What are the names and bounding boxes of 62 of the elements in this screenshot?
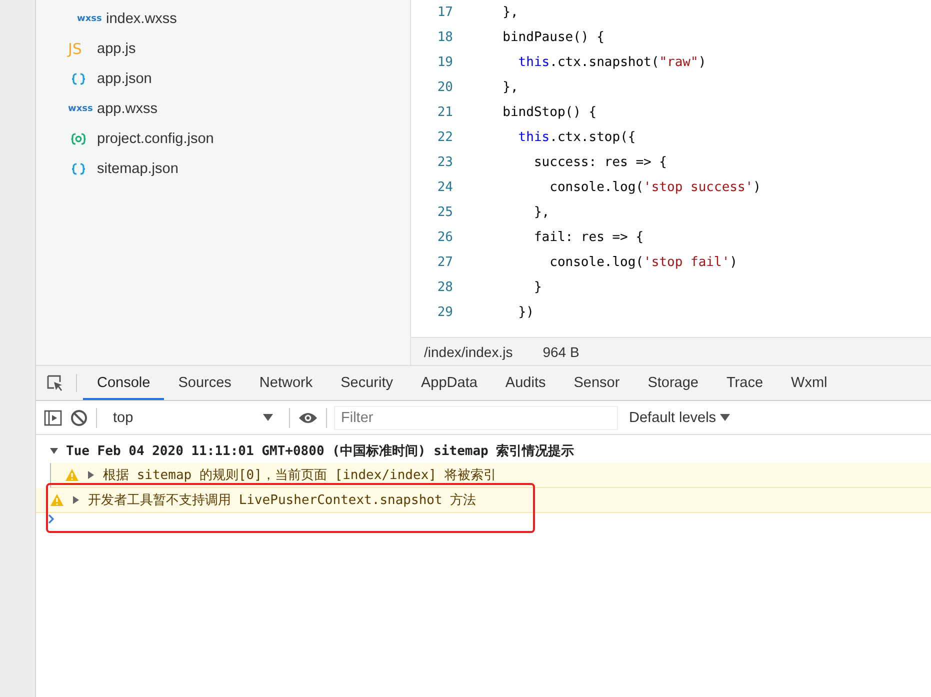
code-line: console.log('stop success') (548, 180, 761, 195)
devtools-tab[interactable]: Sensor (560, 368, 634, 400)
file-item[interactable]: app.json (36, 64, 410, 94)
devtools-tab[interactable]: Security (326, 368, 407, 400)
code-line: }, (502, 80, 518, 95)
expand-arrow-icon[interactable] (87, 471, 95, 479)
expand-arrow-icon[interactable] (72, 496, 80, 504)
line-number: 18 (436, 30, 454, 45)
code-line: this.ctx.snapshot("raw") (517, 55, 706, 70)
code-line: bindPause() { (502, 30, 604, 45)
file-item[interactable]: wxss index.wxss (36, 4, 410, 34)
caret-icon (263, 414, 273, 422)
code-line: }, (532, 205, 550, 220)
inspect-icon (46, 374, 64, 392)
code-line: }, (502, 5, 518, 20)
code-line: bindStop() { (502, 105, 597, 120)
devtools-tab[interactable]: Audits (491, 368, 560, 400)
devtools-tab[interactable]: Network (245, 368, 327, 400)
code-line: this.ctx.stop({ (517, 130, 636, 145)
line-number: 24 (436, 180, 454, 195)
devtools-tab[interactable]: Wxml (777, 368, 842, 400)
sidebar-toggle-icon (44, 408, 62, 426)
code-line: }) (517, 305, 534, 320)
clear-icon (70, 408, 88, 426)
file-item[interactable]: wxss app.wxss (36, 94, 410, 124)
devtools-tab[interactable]: AppData (406, 368, 492, 400)
prompt-caret-icon (48, 514, 55, 524)
line-number: 19 (436, 55, 454, 70)
file-item[interactable]: sitemap.json (36, 154, 410, 184)
warning-message: 根据 sitemap 的规则[0]，当前页面 [index/index] 将被索引 (103, 467, 496, 484)
devtools-tab[interactable]: Storage (634, 368, 712, 400)
line-number: 29 (436, 305, 454, 320)
code-line: fail: res => { (532, 230, 644, 245)
line-number: 25 (436, 205, 454, 220)
levels-dropdown[interactable]: Default levels (629, 410, 730, 426)
js-file-icon: JS (68, 40, 89, 58)
line-number: 27 (436, 255, 454, 270)
file-path: /index/index.js (424, 344, 513, 360)
devtools-tab[interactable]: Console (83, 368, 164, 400)
warning-message: 开发者工具暂不支持调用 LivePusherContext.snapshot 方法 (88, 492, 476, 509)
devtools-tab[interactable]: Sources (164, 368, 246, 400)
file-item[interactable]: JS app.js (36, 34, 410, 64)
caret-icon (720, 414, 730, 422)
line-number: 28 (436, 280, 454, 295)
line-number: 20 (436, 80, 454, 95)
line-number: 22 (436, 130, 454, 145)
line-number: 21 (436, 105, 454, 120)
context-dropdown[interactable]: top (105, 410, 281, 426)
file-size: 964 B (542, 344, 580, 360)
code-line: console.log('stop fail') (548, 255, 738, 270)
group-title: Tue Feb 04 2020 11:11:01 GMT+0800 (中国标准时间) sitemap 索引情况提示 (66, 442, 574, 460)
file-item[interactable]: project.config.json (36, 124, 410, 154)
collapse-arrow-icon[interactable] (50, 447, 58, 455)
filter-field[interactable]: Filter (335, 406, 617, 428)
line-number: 26 (436, 230, 454, 245)
warning-icon (50, 493, 64, 507)
warning-icon (65, 468, 79, 482)
code-line: success: res => { (532, 155, 668, 170)
line-number: 17 (436, 5, 454, 20)
devtools-tab[interactable]: Trace (712, 368, 778, 400)
code-line: } (532, 280, 542, 295)
line-number: 23 (436, 155, 454, 170)
